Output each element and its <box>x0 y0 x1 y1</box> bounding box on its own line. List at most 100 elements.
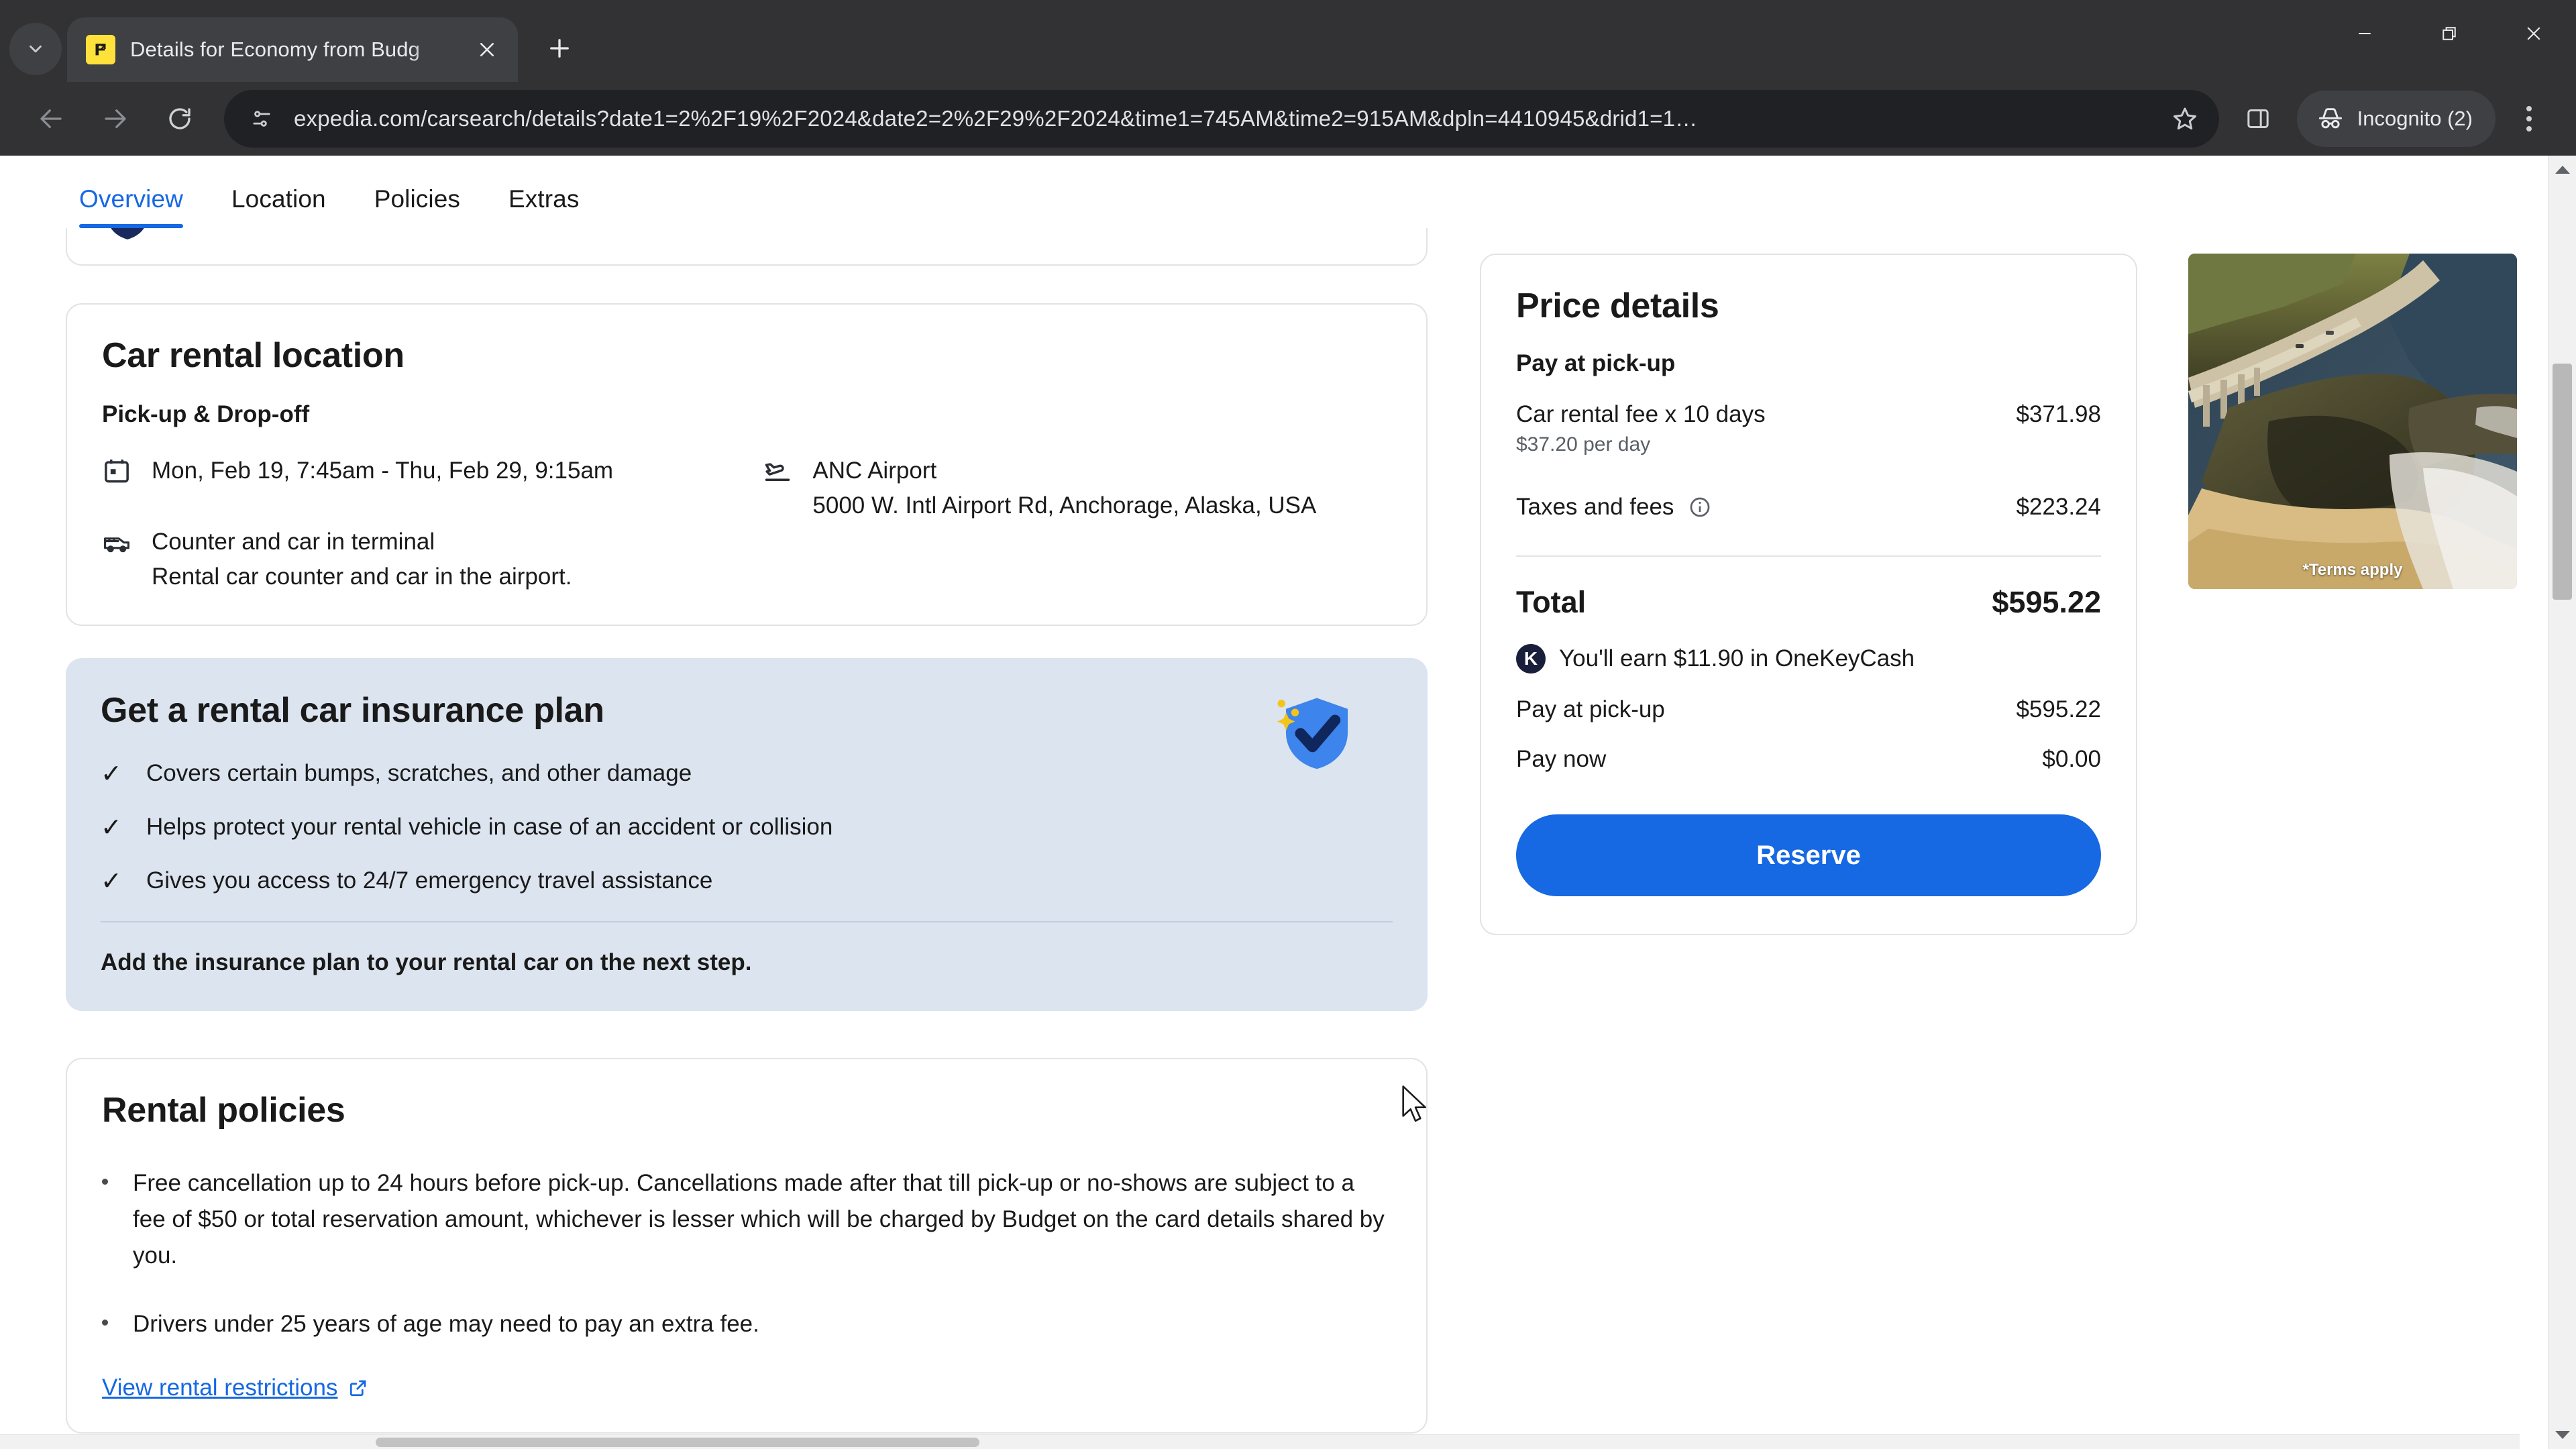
list-item: Drivers under 25 years of age may need t… <box>102 1306 1391 1342</box>
tab-extras[interactable]: Extras <box>508 185 579 228</box>
tab-overview[interactable]: Overview <box>79 185 183 228</box>
sliders-icon <box>253 111 270 127</box>
forward-button[interactable] <box>83 87 148 151</box>
tab-policies-label: Policies <box>374 185 460 213</box>
counter-row: Counter and car in terminal Rental car c… <box>102 525 763 594</box>
pay-now-summary-label: Pay now <box>1516 746 1607 772</box>
bullet-icon <box>102 1306 111 1326</box>
price-details-card: Price details Pay at pick-up Car rental … <box>1480 254 2137 935</box>
counter-text: Counter and car in terminal Rental car c… <box>152 525 572 594</box>
horizontal-scrollbar[interactable] <box>0 1434 2520 1449</box>
list-item: ✓ Covers certain bumps, scratches, and o… <box>101 760 1393 787</box>
page-viewport: Overview Location Policies Extras Car re… <box>0 156 2576 1449</box>
rental-policies-title: Rental policies <box>102 1091 345 1130</box>
info-circle-glyph <box>1690 497 1710 517</box>
policy-list: Free cancellation up to 24 hours before … <box>102 1165 1391 1342</box>
kebab-dot <box>2526 116 2532 121</box>
benefit-text: Helps protect your rental vehicle in cas… <box>146 814 833 841</box>
vertical-scrollbar[interactable] <box>2548 156 2576 1449</box>
shuttle-van-glyph <box>104 537 129 553</box>
incognito-label: Incognito (2) <box>2357 107 2473 130</box>
car-rental-location-title: Car rental location <box>102 336 405 375</box>
kebab-dot <box>2526 106 2532 111</box>
maximize-button[interactable] <box>2407 0 2491 67</box>
incognito-indicator[interactable]: Incognito (2) <box>2296 91 2496 147</box>
divider <box>101 921 1393 923</box>
insurance-footer-text: Add the insurance plan to your rental ca… <box>101 949 752 976</box>
pay-now-summary-value: $0.00 <box>2042 746 2101 772</box>
airplane-icon <box>763 453 794 486</box>
tab-location[interactable]: Location <box>231 185 326 228</box>
onekey-cash-text: You'll earn $11.90 in OneKeyCash <box>1559 645 1915 672</box>
view-rental-restrictions-link[interactable]: View rental restrictions <box>102 1375 1391 1401</box>
forward-arrow-icon <box>105 109 126 128</box>
back-arrow-icon <box>40 109 62 128</box>
side-panel-button[interactable] <box>2229 89 2288 148</box>
check-icon: ✓ <box>101 867 122 896</box>
pay-at-pickup-summary-value: $595.22 <box>2016 696 2101 722</box>
scroll-up-arrow-icon[interactable] <box>2548 156 2576 184</box>
close-window-button[interactable] <box>2491 0 2576 67</box>
back-button[interactable] <box>19 87 83 151</box>
scroll-down-arrow-icon[interactable] <box>2548 1421 2576 1449</box>
onekey-cash-row: K You'll earn $11.90 in OneKeyCash <box>1516 644 2101 674</box>
tab-close-icon[interactable] <box>470 32 504 67</box>
window-controls <box>2322 0 2576 67</box>
pay-at-pickup-summary-row: Pay at pick-up $595.22 <box>1516 696 2101 723</box>
coastal-highway-photo <box>2188 254 2517 589</box>
divider <box>1516 555 2101 557</box>
address-bar[interactable]: expedia.com/carsearch/details?date1=2%2F… <box>224 90 2219 148</box>
tab-location-label: Location <box>231 185 326 213</box>
rental-policies-card: Rental policies Free cancellation up to … <box>66 1058 1428 1434</box>
pay-at-pickup-summary-label: Pay at pick-up <box>1516 696 1665 722</box>
url-text: expedia.com/carsearch/details?date1=2%2F… <box>294 106 1698 131</box>
line-item-sublabel: $37.20 per day <box>1516 433 1651 455</box>
shield-sparkle-glyph <box>1277 698 1348 769</box>
pickup-datetime-text: Mon, Feb 19, 7:45am - Thu, Feb 29, 9:15a… <box>152 458 614 484</box>
line-item-label: Car rental fee x 10 days <box>1516 401 1766 427</box>
new-tab-button[interactable] <box>535 24 584 72</box>
counter-line2: Rental car counter and car in the airpor… <box>152 563 572 590</box>
info-icon[interactable] <box>1688 496 1711 519</box>
taxes-and-fees-label: Taxes and fees <box>1516 494 1711 521</box>
bullet-icon <box>102 1165 111 1185</box>
airport-text: ANC Airport 5000 W. Intl Airport Rd, Anc… <box>812 453 1316 523</box>
minimize-icon <box>2359 33 2371 34</box>
main-column: Lock in this price today, cancel free of… <box>66 178 1428 1434</box>
browser-tab[interactable]: Details for Economy from Budg <box>67 17 518 82</box>
promo-image[interactable]: *Terms apply <box>2188 254 2517 589</box>
tab-overview-label: Overview <box>79 185 183 213</box>
list-item: ✓ Gives you access to 24/7 emergency tra… <box>101 867 1393 894</box>
horizontal-scrollbar-thumb[interactable] <box>376 1438 979 1447</box>
external-link-icon <box>350 1380 366 1397</box>
tab-title: Details for Economy from Budg <box>130 38 420 61</box>
calendar-icon <box>102 453 133 486</box>
car-rental-location-card: Car rental location Pick-up & Drop-off M… <box>66 303 1428 627</box>
policy-text: Drivers under 25 years of age may need t… <box>133 1311 759 1338</box>
expedia-favicon-icon <box>86 35 115 64</box>
calendar-glyph <box>105 460 129 483</box>
reserve-button[interactable]: Reserve <box>1516 814 2101 896</box>
tab-policies[interactable]: Policies <box>374 185 460 228</box>
vertical-scrollbar-thumb[interactable] <box>2553 364 2572 600</box>
insurance-title: Get a rental car insurance plan <box>101 691 604 731</box>
benefit-text: Covers certain bumps, scratches, and oth… <box>146 760 692 787</box>
chevron-down-icon <box>30 45 42 53</box>
section-nav: Overview Location Policies Extras <box>0 156 2548 228</box>
total-label: Total <box>1516 585 1587 619</box>
price-column: Price details Pay at pick-up Car rental … <box>1480 228 2137 1434</box>
bookmark-star-icon[interactable] <box>2168 102 2202 136</box>
reload-button[interactable] <box>148 87 212 151</box>
line-item-label: Taxes and fees <box>1516 494 1674 520</box>
site-settings-icon[interactable] <box>247 104 276 133</box>
location-right-column: ANC Airport 5000 W. Intl Airport Rd, Anc… <box>763 453 1391 594</box>
tab-search-button[interactable] <box>9 23 62 75</box>
close-icon <box>480 42 494 57</box>
total-row: Total $595.22 <box>1516 585 2101 620</box>
minimize-button[interactable] <box>2322 0 2407 67</box>
tab-extras-label: Extras <box>508 185 580 213</box>
insurance-plan-card: Get a rental car insurance plan ✓ Covers… <box>66 658 1428 1012</box>
promo-column: *Terms apply <box>2188 228 2537 1434</box>
chrome-menu-button[interactable] <box>2501 91 2557 147</box>
airport-row: ANC Airport 5000 W. Intl Airport Rd, Anc… <box>763 453 1391 523</box>
